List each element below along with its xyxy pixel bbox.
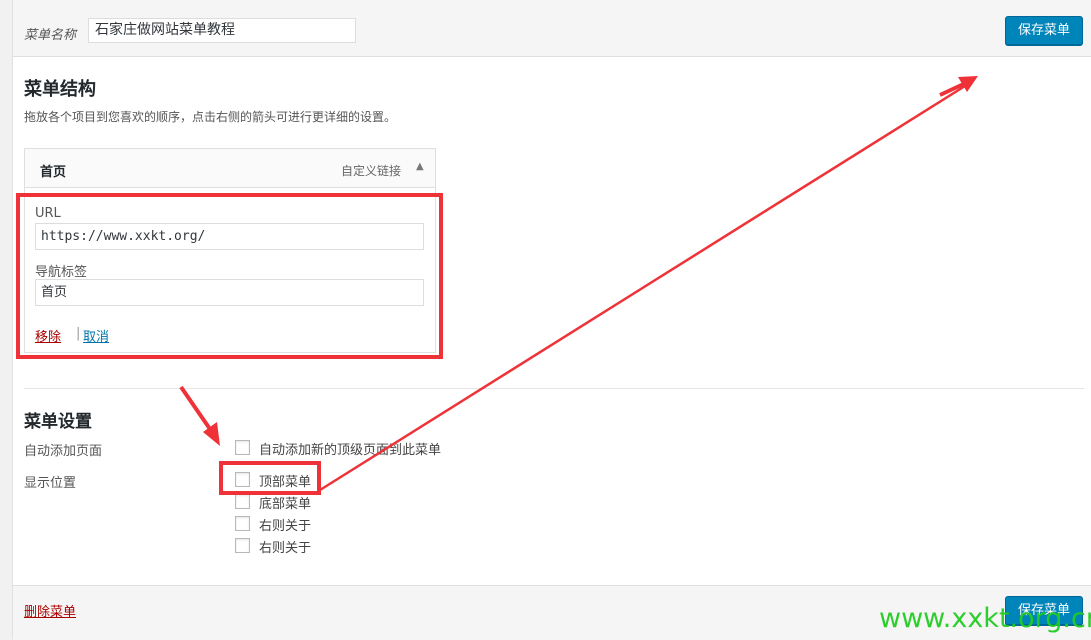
- menu-item-title: 首页: [40, 165, 67, 180]
- menu-name-input[interactable]: 石家庄做网站菜单教程: [88, 18, 356, 43]
- collapse-arrow-icon[interactable]: ▲: [416, 161, 424, 172]
- auto-add-option-label: 自动添加新的顶级页面到此菜单: [259, 443, 442, 458]
- location-right-1-checkbox[interactable]: [235, 516, 250, 531]
- menu-settings-title: 菜单设置: [24, 412, 92, 432]
- location-right-2-checkbox[interactable]: [235, 538, 250, 553]
- menu-header: 菜单名称 石家庄做网站菜单教程 保存菜单: [13, 0, 1091, 57]
- watermark-text: www.xxkt.org.cn: [879, 603, 1091, 634]
- display-location-label: 显示位置: [24, 476, 77, 491]
- auto-add-pages-label: 自动添加页面: [24, 444, 103, 459]
- save-menu-button-top[interactable]: 保存菜单: [1005, 16, 1083, 45]
- location-bottom-checkbox[interactable]: [235, 494, 250, 509]
- menu-structure-description: 拖放各个项目到您喜欢的顺序，点击右侧的箭头可进行更详细的设置。: [24, 110, 397, 124]
- highlight-box-item-settings: [16, 193, 443, 359]
- highlight-box-top-menu: [219, 461, 321, 495]
- delete-menu-link[interactable]: 删除菜单: [24, 601, 76, 620]
- location-right-1-label: 右则关于: [259, 519, 312, 534]
- menu-structure-title: 菜单结构: [24, 79, 96, 100]
- auto-add-checkbox[interactable]: [235, 440, 250, 455]
- menu-item-header[interactable]: 首页 自定义链接 ▲: [24, 148, 436, 188]
- menu-item-type: 自定义链接: [341, 164, 402, 178]
- menu-editor-panel: 菜单名称 石家庄做网站菜单教程 保存菜单 菜单结构 拖放各个项目到您喜欢的顺序，…: [12, 0, 1091, 640]
- section-divider: [24, 388, 1084, 389]
- location-bottom-label: 底部菜单: [259, 497, 312, 512]
- location-right-2-label: 右则关于: [259, 541, 312, 556]
- menu-name-label: 菜单名称: [24, 28, 77, 43]
